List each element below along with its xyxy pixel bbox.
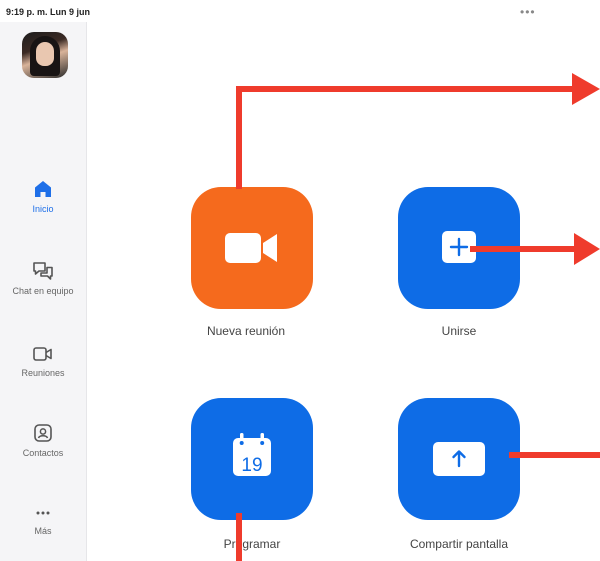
arrow-head-icon — [574, 233, 600, 265]
calendar-icon: 19 — [233, 433, 271, 476]
join-label: Unirse — [441, 324, 477, 338]
sidebar-item-contactos[interactable]: Contactos — [0, 422, 86, 458]
annotation-arrow-line — [236, 513, 242, 561]
schedule-button[interactable]: 19 — [191, 398, 313, 520]
sidebar-item-label: Chat en equipo — [12, 286, 74, 296]
avatar[interactable] — [22, 32, 68, 78]
new-meeting-label: Nueva reunión — [206, 324, 286, 338]
sidebar-item-mas[interactable]: Más — [0, 504, 86, 536]
video-camera-icon — [33, 347, 52, 361]
sidebar-item-label: Inicio — [32, 204, 54, 214]
share-screen-icon — [433, 442, 485, 476]
sidebar: Inicio Chat en equipo Reuniones Contacto… — [0, 22, 87, 561]
schedule-label: Programar — [223, 537, 281, 551]
sidebar-item-inicio[interactable]: Inicio — [0, 178, 86, 214]
more-dots-icon[interactable]: ••• — [520, 5, 536, 19]
annotation-arrow-line — [509, 452, 600, 458]
more-icon — [36, 511, 50, 515]
calendar-day: 19 — [241, 455, 262, 476]
contact-icon — [34, 424, 52, 442]
chat-icon — [33, 262, 53, 280]
sidebar-item-reuniones[interactable]: Reuniones — [0, 344, 86, 378]
sidebar-item-chat-en-equipo[interactable]: Chat en equipo — [0, 260, 86, 296]
sidebar-item-label: Reuniones — [21, 368, 65, 378]
share-screen-button[interactable] — [398, 398, 520, 520]
sidebar-item-label: Contactos — [22, 448, 64, 458]
arrow-head-icon — [572, 73, 600, 105]
new-meeting-button[interactable] — [191, 187, 313, 309]
home-icon — [35, 181, 51, 197]
sidebar-item-label: Más — [34, 526, 52, 536]
annotation-arrow-line — [236, 86, 242, 189]
annotation-arrow-line — [236, 86, 580, 92]
annotation-arrow-line — [470, 246, 582, 252]
video-camera-icon — [225, 233, 277, 263]
status-bar-time: 9:19 p. m. Lun 9 jun — [6, 7, 91, 17]
share-screen-label: Compartir pantalla — [409, 537, 509, 551]
